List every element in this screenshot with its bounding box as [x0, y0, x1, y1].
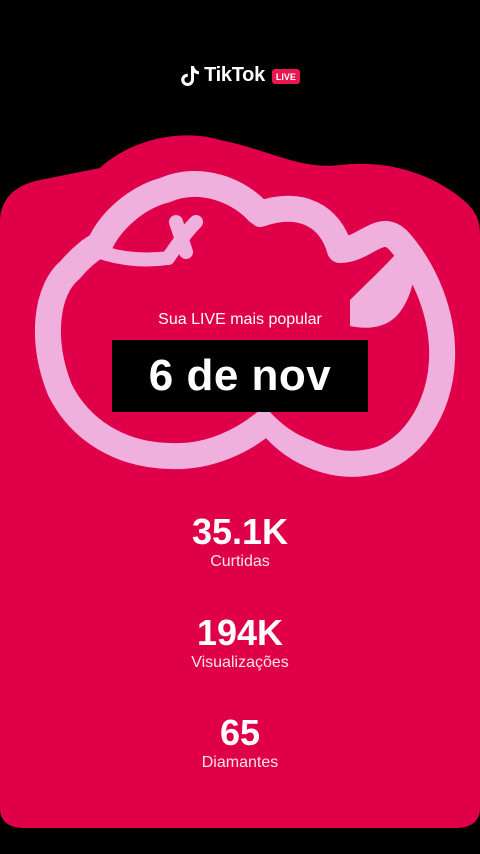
stat-views: 194K Visualizações — [0, 613, 480, 673]
stat-value: 194K — [196, 612, 284, 653]
stat-label: Curtidas — [210, 553, 270, 570]
stat-likes: 35.1K Curtidas — [0, 512, 480, 572]
brand-name: TikTok — [204, 64, 265, 86]
live-badge: LIVE — [271, 69, 300, 84]
tiktok-note-icon — [181, 65, 200, 86]
stat-label: Diamantes — [201, 754, 279, 771]
stat-value: 35.1K — [191, 511, 289, 552]
stat-value: 65 — [219, 712, 261, 753]
live-summary-screen: TikTok LIVE Sua LIVE mais popular 6 de n… — [0, 0, 480, 854]
highlight-subtitle: Sua LIVE mais popular — [158, 311, 322, 328]
tiktok-live-logo: TikTok LIVE — [0, 64, 480, 87]
highlight-date-box: 6 de nov — [112, 340, 368, 412]
stat-diamonds: 65 Diamantes — [0, 713, 480, 773]
highlight-date: 6 de nov — [148, 351, 332, 400]
stat-label: Visualizações — [191, 654, 289, 671]
